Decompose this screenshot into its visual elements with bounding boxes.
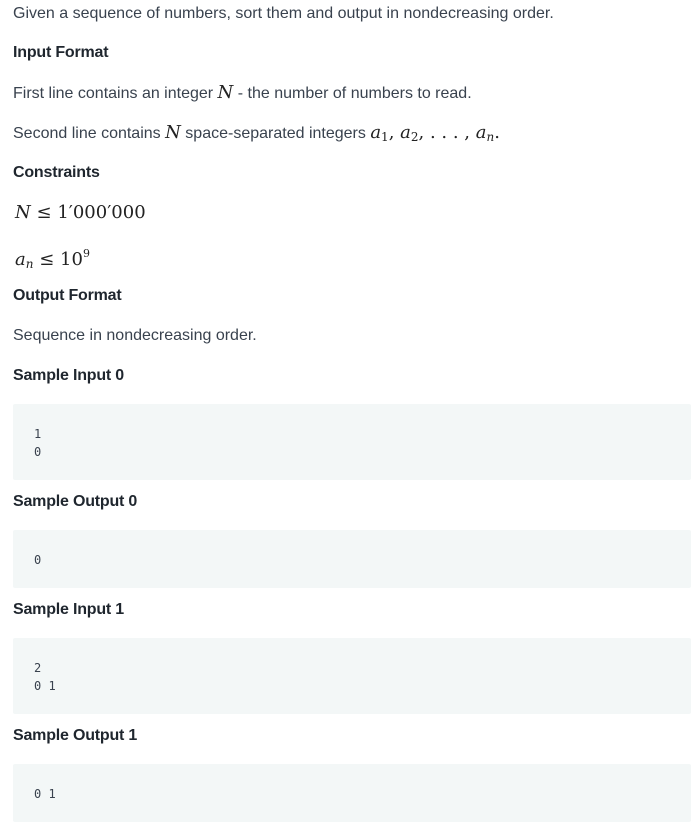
- constraint-1-op: ≤: [36, 202, 52, 223]
- sample-input-0-code[interactable]: 1 0: [13, 404, 691, 480]
- code-line: 1: [34, 427, 42, 441]
- constraint-2-sub: n: [25, 257, 34, 271]
- input-line2-text-after: space-separated integers: [180, 125, 371, 142]
- sample-output-0-heading: Sample Output 0: [13, 493, 138, 510]
- constraint-2-exp: 9: [82, 247, 90, 260]
- math-var-n: N: [217, 82, 234, 103]
- code-line: 0 1: [34, 679, 56, 693]
- code-line: 0 1: [34, 787, 56, 801]
- input-line1-text-after: - the number of numbers to read.: [233, 85, 472, 102]
- code-line: 2: [34, 661, 42, 675]
- constraint-1-rhs: 1′000′000: [57, 202, 146, 223]
- constraint-n-bound: N ≤ 1′000′000: [15, 201, 146, 225]
- input-line1-text-before: First line contains an integer: [13, 85, 218, 102]
- input-format-line-1: First line contains an integer N - the n…: [13, 81, 472, 106]
- problem-description: Given a sequence of numbers, sort them a…: [13, 5, 554, 22]
- constraint-2-op: ≤: [39, 249, 55, 270]
- output-format-heading: Output Format: [13, 287, 122, 304]
- constraint-a-bound: an ≤ 109: [15, 242, 90, 276]
- problem-statement: Given a sequence of numbers, sort them a…: [0, 0, 692, 825]
- sample-input-1-heading: Sample Input 1: [13, 601, 124, 618]
- code-line: 0: [34, 445, 42, 459]
- input-format-heading: Input Format: [13, 44, 109, 61]
- output-format-text: Sequence in nondecreasing order.: [13, 327, 257, 344]
- constraint-2-lhs: a: [15, 249, 26, 270]
- sample-input-1-code[interactable]: 2 0 1: [13, 638, 691, 714]
- math-sequence: a1, a2, . . . , an.: [370, 122, 500, 144]
- input-line2-text-before: Second line contains: [13, 125, 166, 142]
- sample-output-1-heading: Sample Output 1: [13, 727, 138, 744]
- constraints-heading: Constraints: [13, 164, 100, 181]
- constraint-2-base: 10: [60, 249, 83, 270]
- constraint-1-lhs: N: [15, 202, 31, 223]
- sample-output-0-code[interactable]: 0: [13, 530, 691, 588]
- code-line: 0: [34, 553, 42, 567]
- input-format-line-2: Second line contains N space-separated i…: [13, 121, 500, 149]
- sample-input-0-heading: Sample Input 0: [13, 367, 124, 384]
- sample-output-1-code[interactable]: 0 1: [13, 764, 691, 822]
- math-var-n: N: [165, 122, 181, 143]
